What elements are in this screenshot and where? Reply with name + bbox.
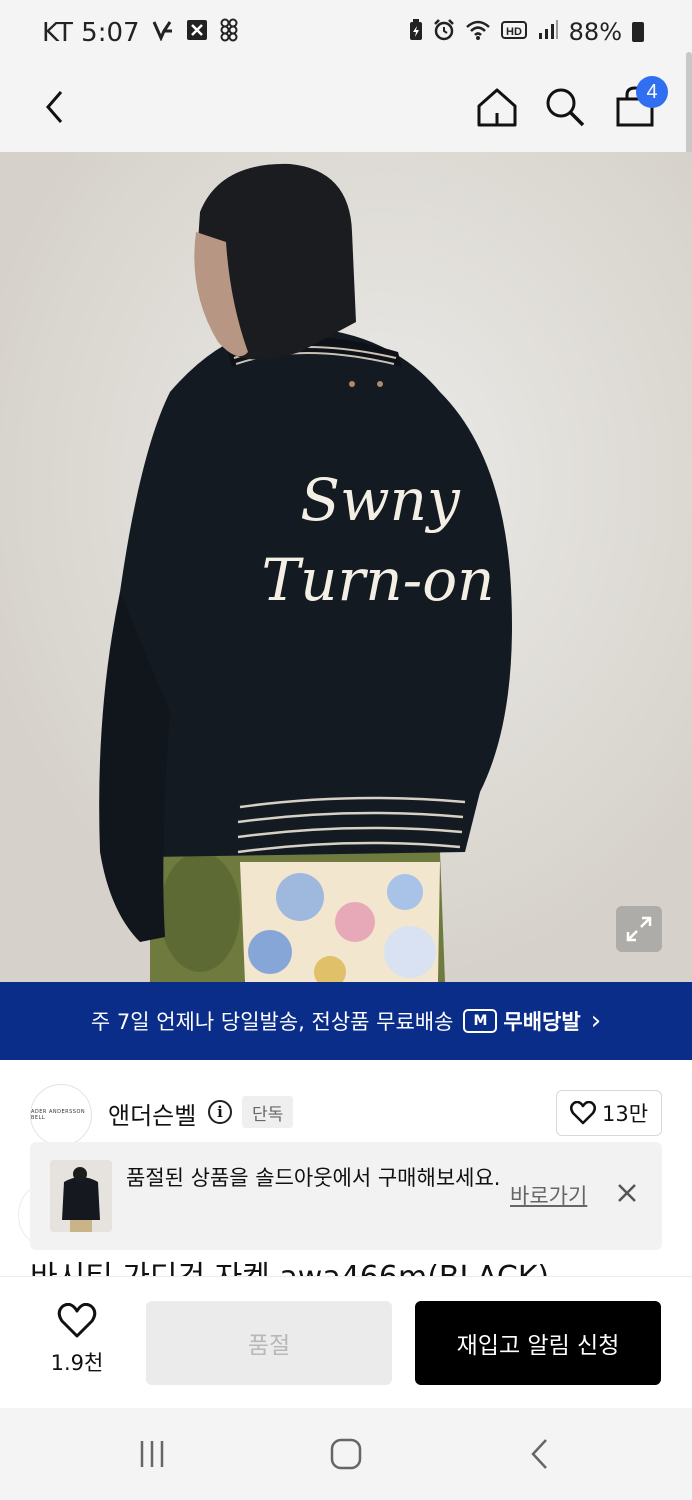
heart-icon <box>57 1302 97 1338</box>
model-photo: Swny Turn-on <box>0 152 692 982</box>
delivery-truck-icon: M <box>463 1009 498 1033</box>
brand-logo[interactable]: ADER ANDERSSON BELL <box>30 1084 92 1146</box>
expand-image-button[interactable] <box>616 906 662 952</box>
recent-apps-icon <box>140 1441 164 1467</box>
status-left: KT 5:07 <box>42 18 238 48</box>
wishlist-count: 1.9천 <box>50 1351 104 1375</box>
power-save-icon <box>409 18 423 46</box>
home-nav-icon <box>330 1438 362 1470</box>
screen-cast-icon <box>186 19 208 47</box>
search-icon <box>546 88 585 127</box>
app-header: 4 <box>0 66 692 152</box>
scrollbar[interactable] <box>686 52 692 156</box>
free-shipping-banner[interactable]: 주 7일 언제나 당일발송, 전상품 무료배송 M 무배당발 › <box>0 982 692 1060</box>
dots-app-icon <box>220 18 238 48</box>
system-nav-bar <box>0 1408 692 1500</box>
close-icon <box>618 1184 636 1202</box>
promo-brand-label: 무배당발 <box>503 1010 581 1034</box>
home-icon <box>477 88 517 127</box>
product-hero-image[interactable]: Swny Turn-on <box>0 152 692 982</box>
cart-button[interactable]: 4 <box>608 76 668 134</box>
recent-apps-button[interactable] <box>132 1436 172 1472</box>
signal-icon <box>537 19 559 46</box>
info-icon[interactable]: i <box>208 1100 232 1124</box>
brand-name[interactable]: 앤더슨벨 <box>108 1096 196 1131</box>
alarm-icon <box>433 18 455 46</box>
brand-row: ADER ANDERSSON BELL 앤더슨벨 i 단독 13만 <box>30 1082 662 1146</box>
toast-product-thumbnail <box>50 1160 112 1232</box>
wishlist-button[interactable]: 1.9천 <box>36 1302 118 1377</box>
home-nav-button[interactable] <box>326 1436 366 1472</box>
status-bar: KT 5:07 HD 88% <box>0 0 692 66</box>
svg-text:HD: HD <box>506 26 522 38</box>
status-right: HD 88% <box>409 18 644 46</box>
back-nav-button[interactable] <box>520 1436 560 1472</box>
jacket-script-line2: Turn-on <box>262 546 495 614</box>
jacket-script-line1: Swny <box>300 466 461 534</box>
heart-icon <box>569 1101 596 1125</box>
back-button[interactable] <box>28 80 82 134</box>
exclusive-badge: 단독 <box>242 1096 294 1128</box>
toast-close-button[interactable] <box>614 1180 640 1206</box>
carrier-time: KT 5:07 <box>42 18 140 48</box>
promo-text: 주 7일 언제나 당일발송, 전상품 무료배송 <box>90 1010 454 1034</box>
promo-brand: M 무배당발 <box>463 1006 581 1036</box>
search-button[interactable] <box>538 80 592 134</box>
cart-count-badge: 4 <box>636 76 668 108</box>
wifi-icon <box>465 19 491 46</box>
toast-message: 품절된 상품을 솔드아웃에서 구매해보세요. <box>126 1166 501 1190</box>
chevron-right-icon: › <box>590 1006 602 1036</box>
soldout-toast: 품절된 상품을 솔드아웃에서 구매해보세요. 바로가기 <box>30 1142 662 1250</box>
home-button[interactable] <box>470 80 524 134</box>
v-icon <box>152 19 174 47</box>
brand-like-count: 13만 <box>601 1102 649 1126</box>
hd-icon: HD <box>500 20 527 45</box>
brand-like-button[interactable]: 13만 <box>556 1090 662 1136</box>
back-nav-icon <box>531 1439 547 1469</box>
battery-percent: 88% <box>568 18 622 46</box>
chevron-left-icon <box>46 91 63 123</box>
go-to-soldout-link[interactable]: 바로가기 <box>510 1180 587 1210</box>
bottom-action-bar: 1.9천 품절 재입고 알림 신청 <box>0 1276 692 1408</box>
soldout-button: 품절 <box>146 1301 392 1385</box>
expand-icon <box>626 916 652 942</box>
restock-alert-button[interactable]: 재입고 알림 신청 <box>415 1301 661 1385</box>
brand-logo-text: ADER ANDERSSON BELL <box>31 1109 86 1121</box>
battery-icon <box>632 22 644 42</box>
